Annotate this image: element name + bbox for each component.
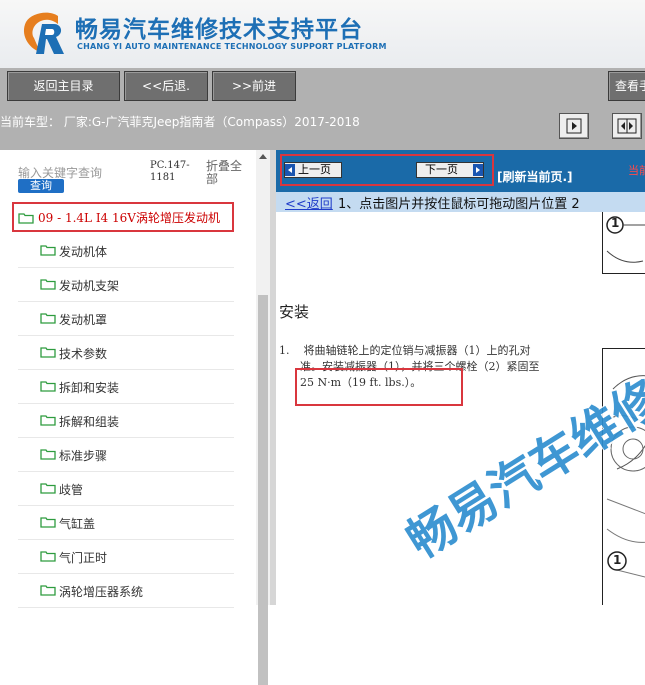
tree-item-label: 发动机支架 — [59, 279, 120, 293]
tree-root-label: 09 - 1.4L I4 16V涡轮增压发动机 — [38, 211, 220, 225]
doc-section-heading: 安装 — [279, 303, 310, 321]
folder-icon — [40, 449, 56, 460]
folder-icon — [40, 313, 56, 324]
tree-item[interactable]: 涡轮增压器系统 — [18, 574, 234, 608]
view-manual-button[interactable]: 查看手 — [608, 71, 645, 101]
search-button[interactable]: 查询 — [18, 179, 64, 193]
tree-item[interactable]: 标准步骤 — [18, 438, 234, 472]
nav-bar: 返回主目录 <<后退. >>前进 查看手 — [0, 68, 645, 106]
tree-item[interactable]: 歧管 — [18, 472, 234, 506]
brand-title-en: CHANG YI AUTO MAINTENANCE TECHNOLOGY SUP… — [77, 42, 387, 51]
pc-code: PC.147- 1181 — [150, 160, 190, 183]
tree-item-label: 标准步骤 — [59, 449, 108, 463]
tree-item-label: 发动机体 — [59, 245, 108, 259]
folder-icon — [40, 585, 56, 596]
tree-item[interactable]: 发动机支架 — [18, 268, 234, 302]
doc-toolbar: 上一页 下一页 [刷新当前页.] 当前 — [276, 150, 645, 192]
current-label: 当前 — [628, 164, 645, 177]
tree-item[interactable]: 技术参数 — [18, 336, 234, 370]
vehicle-info-bar: 当前车型： 厂家:G-广汽菲克Jeep指南者（Compass）2017-2018 — [0, 106, 645, 150]
scroll-up-arrow-icon[interactable] — [259, 154, 267, 159]
forward-button[interactable]: >>前进 — [212, 71, 296, 101]
tree-item-label: 发动机罩 — [59, 313, 108, 327]
tree-item[interactable]: 发动机体 — [18, 234, 234, 268]
tree-item[interactable]: 拆解和组装 — [18, 404, 234, 438]
folder-icon — [40, 551, 56, 562]
tree-item-label: 拆卸和安装 — [59, 381, 120, 395]
tree-item-label: 技术参数 — [59, 347, 108, 361]
callout-number: 1 — [611, 216, 620, 230]
return-link[interactable]: <<返回 — [285, 193, 333, 212]
expand-right-icon[interactable] — [559, 113, 589, 139]
folder-icon — [40, 279, 56, 290]
tree-item-label: 歧管 — [59, 483, 84, 497]
folder-icon — [40, 245, 56, 256]
brand-title-cn: 畅易汽车维修技术支持平台 — [75, 17, 363, 43]
tree-item-label: 涡轮增压器系统 — [59, 585, 144, 599]
folder-icon — [40, 381, 56, 392]
cy-logo-icon — [23, 12, 64, 54]
instruction-text: 1、点击图片并按住鼠标可拖动图片位置 2 — [338, 197, 580, 212]
torque-highlight — [295, 368, 463, 406]
directory-panel: 输入关键字查询 查询 PC.147- 1181 折叠全 部 09 - 1.4L … — [0, 150, 270, 608]
folder-icon — [40, 347, 56, 358]
tree-item-label: 拆解和组装 — [59, 415, 120, 429]
split-view-icon[interactable] — [612, 113, 642, 139]
tree-item[interactable]: 气缸盖 — [18, 506, 234, 540]
directory-scrollbar[interactable] — [256, 150, 270, 685]
folder-icon — [40, 415, 56, 426]
scroll-thumb[interactable] — [258, 295, 268, 685]
home-directory-button[interactable]: 返回主目录 — [7, 71, 120, 101]
tree-item[interactable]: 拆卸和安装 — [18, 370, 234, 404]
callout-number: 1 — [613, 553, 622, 567]
folder-open-icon — [18, 213, 34, 224]
app-header: 畅易汽车维修技术支持平台 CHANG YI AUTO MAINTENANCE T… — [0, 0, 645, 68]
instruction-bar: <<返回 1、点击图片并按住鼠标可拖动图片位置 2 — [276, 192, 645, 212]
tree-item-label: 气缸盖 — [59, 517, 96, 531]
current-vehicle: 当前车型： 厂家:G-广汽菲克Jeep指南者（Compass）2017-2018 — [0, 115, 360, 129]
tree-item[interactable]: 发动机罩 — [18, 302, 234, 336]
diagram-top[interactable]: 1 — [602, 212, 645, 274]
collapse-all-link[interactable]: 折叠全 部 — [206, 160, 242, 186]
tree-item[interactable]: 气门正时 — [18, 540, 234, 574]
folder-icon — [40, 483, 56, 494]
pager-highlight — [280, 154, 494, 186]
tree-item-label: 气门正时 — [59, 551, 108, 565]
refresh-page-link[interactable]: [刷新当前页.] — [497, 168, 573, 185]
document-view[interactable]: 1 安装 1. 将曲轴链轮上的定位销与减振器（1）上的孔对 准。安装减振器（1）… — [276, 212, 645, 605]
folder-icon — [40, 517, 56, 528]
back-button[interactable]: <<后退. — [124, 71, 208, 101]
tree-root-engine[interactable]: 09 - 1.4L I4 16V涡轮增压发动机 — [12, 202, 234, 232]
